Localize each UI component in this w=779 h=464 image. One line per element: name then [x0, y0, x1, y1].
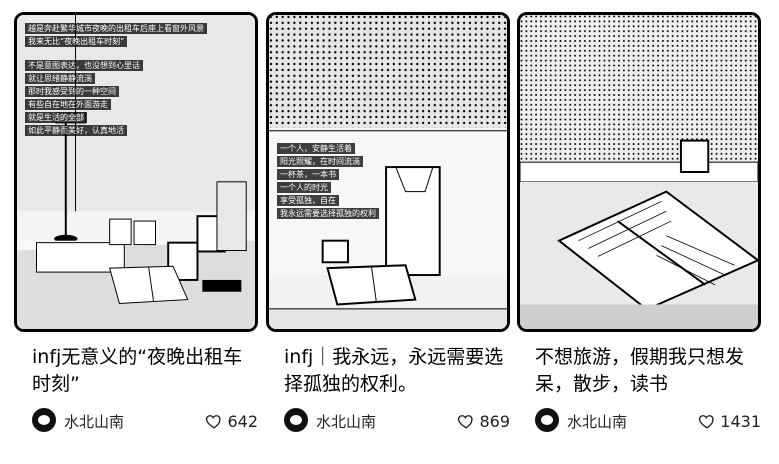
- note-title[interactable]: infj无意义的“夜晚出租车时刻”: [32, 344, 258, 398]
- note-card[interactable]: 一个人，安静生活着 阳光照耀，在时间流淌 一杯茶，一本书 一个人的时光 享受孤独…: [266, 0, 516, 464]
- like-count: 642: [227, 411, 258, 431]
- note-meta: 水北山南 1431: [535, 406, 765, 436]
- cover-overlay-text: 越是奔赴繁华城市夜晚的出租车后座上看窗外风景 我来无比“夜晚出租车时刻” 不是意…: [25, 23, 225, 138]
- like-button[interactable]: 869: [457, 410, 510, 432]
- author-name[interactable]: 水北山南: [64, 411, 124, 432]
- note-card[interactable]: 不想旅游，假期我只想发呆，散步，读书 水北山南 1431: [517, 0, 767, 464]
- note-meta: 水北山南 642: [32, 406, 262, 436]
- note-card[interactable]: 越是奔赴繁华城市夜晚的出租车后座上看窗外风景 我来无比“夜晚出租车时刻” 不是意…: [14, 0, 264, 464]
- avatar-icon[interactable]: [535, 408, 559, 432]
- note-title[interactable]: 不想旅游，假期我只想发呆，散步，读书: [535, 344, 761, 398]
- author-name[interactable]: 水北山南: [567, 411, 627, 432]
- heart-icon: [206, 415, 222, 429]
- cover-overlay-text: 一个人，安静生活着 阳光照耀，在时间流淌 一杯茶，一本书 一个人的时光 享受孤独…: [277, 143, 477, 221]
- note-title[interactable]: infj｜我永远，永远需要选择孤独的权利。: [284, 344, 510, 398]
- note-cover-image[interactable]: 一个人，安静生活着 阳光照耀，在时间流淌 一杯茶，一本书 一个人的时光 享受孤独…: [266, 12, 510, 332]
- notes-feed: 越是奔赴繁华城市夜晚的出租车后座上看窗外风景 我来无比“夜晚出租车时刻” 不是意…: [0, 0, 779, 464]
- like-button[interactable]: 1431: [698, 410, 761, 432]
- note-cover-image[interactable]: [517, 12, 761, 332]
- note-cover-image[interactable]: 越是奔赴繁华城市夜晚的出租车后座上看窗外风景 我来无比“夜晚出租车时刻” 不是意…: [14, 12, 258, 332]
- avatar-icon[interactable]: [284, 408, 308, 432]
- heart-icon: [458, 415, 474, 429]
- like-count: 1431: [720, 411, 761, 431]
- note-meta: 水北山南 869: [284, 406, 514, 436]
- cover-illustration: [520, 15, 758, 329]
- avatar-icon[interactable]: [32, 408, 56, 432]
- author-name[interactable]: 水北山南: [316, 411, 376, 432]
- like-count: 869: [479, 411, 510, 431]
- heart-icon: [699, 415, 714, 429]
- like-button[interactable]: 642: [205, 410, 258, 432]
